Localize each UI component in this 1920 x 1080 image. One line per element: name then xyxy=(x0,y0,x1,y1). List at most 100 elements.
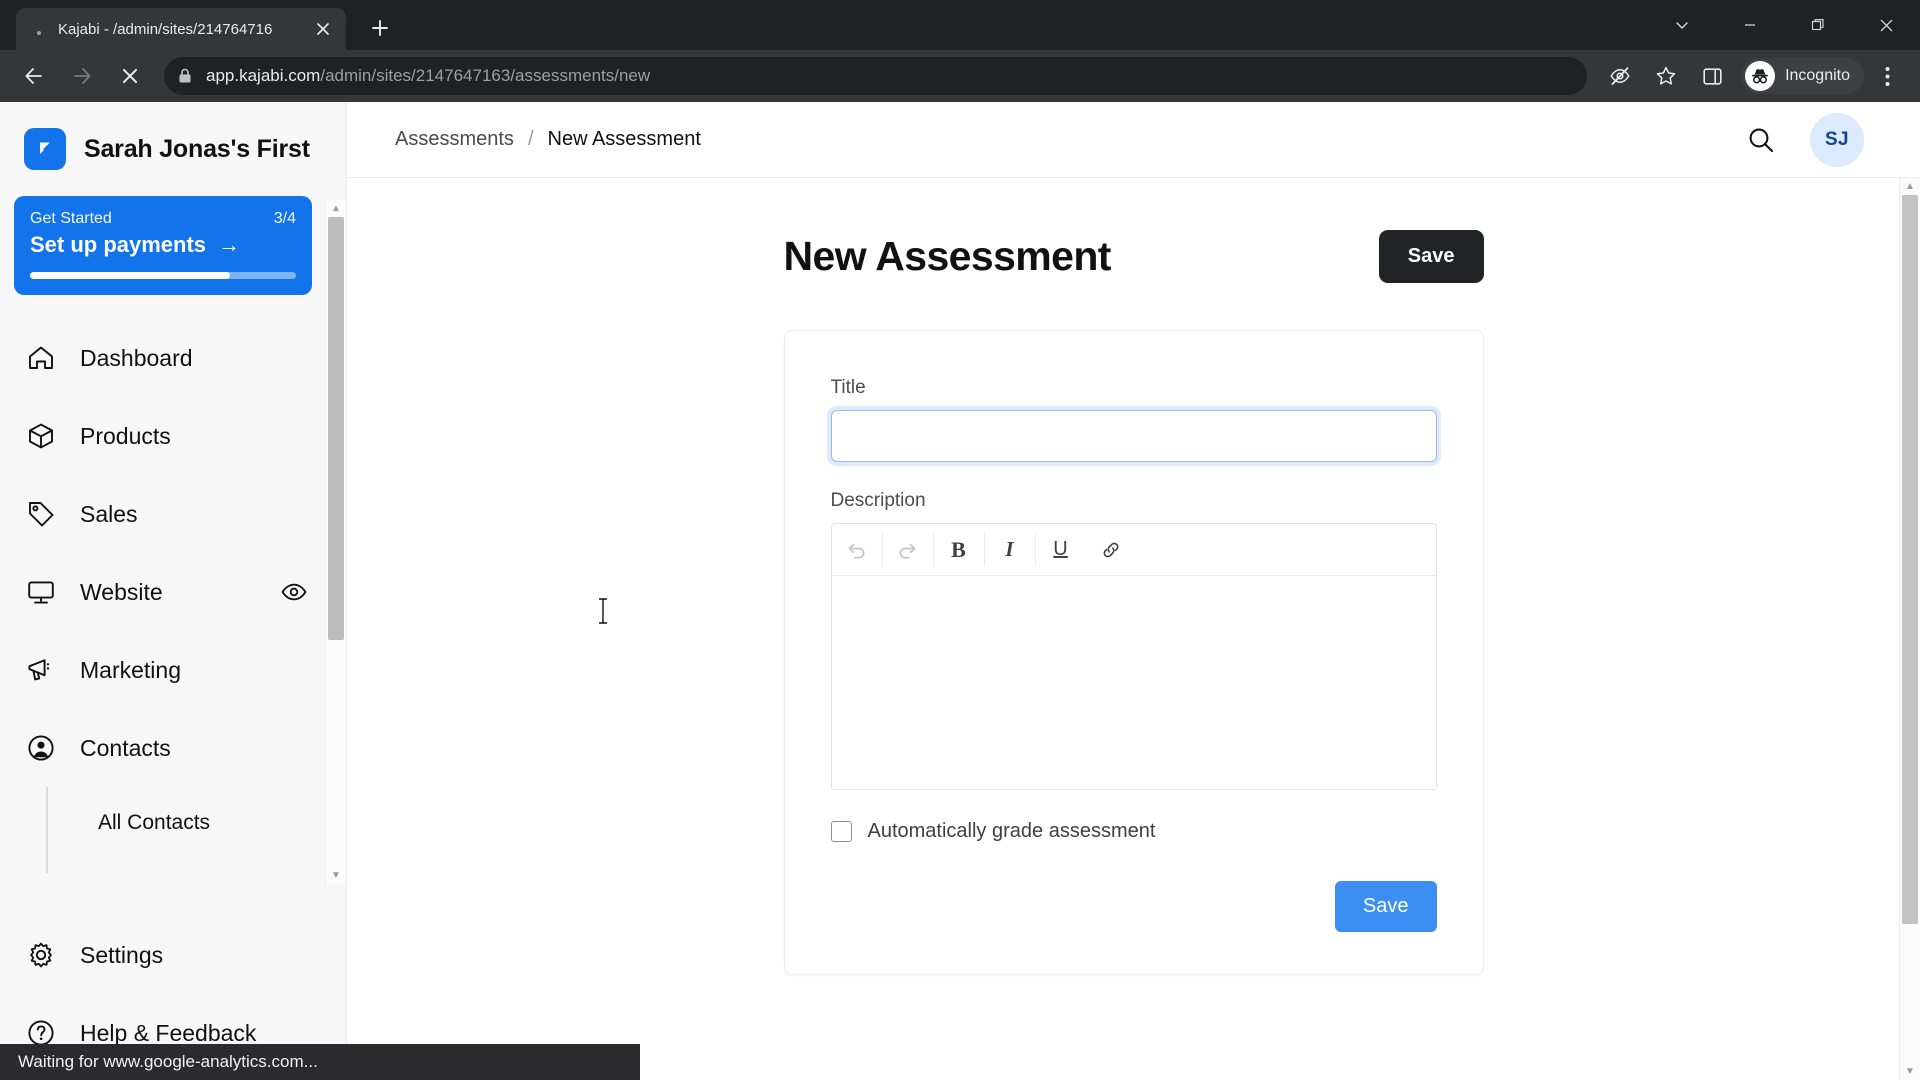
close-icon[interactable] xyxy=(1852,0,1920,50)
page-scroll-track[interactable] xyxy=(1900,195,1920,1063)
back-button[interactable] xyxy=(14,56,54,96)
sidebar-item-label: Products xyxy=(80,422,171,449)
person-circle-icon xyxy=(24,731,58,765)
box-icon xyxy=(24,419,58,453)
sidebar-item-label: Marketing xyxy=(80,656,181,683)
url-host: app.kajabi.com xyxy=(206,66,321,85)
redo-icon[interactable] xyxy=(883,524,933,575)
restore-icon[interactable] xyxy=(1784,0,1852,50)
star-icon[interactable] xyxy=(1648,58,1684,94)
sidebar-nav: Dashboard Products Sales Website Marketi… xyxy=(0,309,326,873)
get-started-progress xyxy=(30,272,296,279)
sidebar-item-label: Website xyxy=(80,578,163,605)
breadcrumb-parent[interactable]: Assessments xyxy=(395,128,514,151)
breadcrumb-current: New Assessment xyxy=(547,128,701,150)
scroll-down-icon[interactable]: ▼ xyxy=(331,867,341,884)
forward-button[interactable] xyxy=(62,56,102,96)
chevron-down-icon[interactable] xyxy=(1648,0,1716,50)
card-actions: Save xyxy=(831,881,1437,932)
get-started-count: 3/4 xyxy=(273,210,296,227)
brand[interactable]: Sarah Jonas's First xyxy=(0,102,346,188)
tag-icon xyxy=(24,497,58,531)
sidebar-scroll-thumb[interactable] xyxy=(328,217,344,640)
minimize-icon[interactable] xyxy=(1716,0,1784,50)
incognito-indicator[interactable]: Incognito xyxy=(1741,58,1864,94)
underline-glyph: U xyxy=(1053,538,1068,560)
auto-grade-checkbox[interactable] xyxy=(830,821,852,842)
eye-icon[interactable] xyxy=(280,578,308,606)
avatar[interactable]: SJ xyxy=(1810,112,1864,167)
status-text: Waiting for www.google-analytics.com... xyxy=(18,1052,318,1071)
eye-slash-icon[interactable] xyxy=(1602,58,1638,94)
stop-loading-button[interactable] xyxy=(110,56,150,96)
sidebar-item-marketing[interactable]: Marketing xyxy=(0,631,326,709)
kajabi-logo-icon xyxy=(24,128,66,170)
scroll-up-icon[interactable]: ▲ xyxy=(1905,178,1915,195)
tab-strip: Kajabi - /admin/sites/214764716 xyxy=(0,0,1920,50)
bold-glyph: B xyxy=(951,536,966,562)
italic-icon[interactable]: I xyxy=(985,524,1035,575)
sidebar-subnav-contacts: All Contacts xyxy=(0,787,326,873)
sidebar-item-sales[interactable]: Sales xyxy=(0,475,326,553)
assessment-form-container: New Assessment Save Title Description B … xyxy=(783,178,1484,975)
get-started-action: Set up payments xyxy=(30,232,207,257)
save-button-top[interactable]: Save xyxy=(1378,230,1484,283)
monitor-icon xyxy=(24,575,58,609)
topbar-actions: SJ xyxy=(1742,112,1864,167)
panel-icon[interactable] xyxy=(1694,58,1730,94)
save-button-bottom[interactable]: Save xyxy=(1334,881,1437,932)
status-bar: Waiting for www.google-analytics.com... xyxy=(0,1044,640,1080)
page-header: New Assessment Save xyxy=(784,230,1484,283)
get-started-card[interactable]: Get Started 3/4 Set up payments → xyxy=(14,196,312,295)
sidebar-scrollbar[interactable]: ▲ ▼ xyxy=(325,200,346,884)
scroll-up-icon[interactable]: ▲ xyxy=(331,200,341,217)
text-cursor-icon xyxy=(599,598,607,624)
sidebar-subitem-label: All Contacts xyxy=(98,811,211,834)
incognito-icon xyxy=(1745,61,1776,91)
page-title: New Assessment xyxy=(783,233,1112,279)
title-label: Title xyxy=(830,377,866,398)
editor-body[interactable] xyxy=(831,576,1436,789)
sidebar-scroll-track[interactable] xyxy=(326,217,346,867)
url-path: /admin/sites/2147647163/assessments/new xyxy=(320,66,651,85)
home-icon xyxy=(24,341,58,375)
sidebar-item-dashboard[interactable]: Dashboard xyxy=(0,319,326,397)
content-scroll-area: New Assessment Save Title Description B … xyxy=(347,178,1920,1080)
lock-icon xyxy=(178,68,192,84)
link-icon[interactable] xyxy=(1086,524,1136,575)
sidebar-item-products[interactable]: Products xyxy=(0,397,326,475)
sidebar-item-all-contacts[interactable]: All Contacts xyxy=(46,787,326,859)
title-input[interactable] xyxy=(830,410,1437,462)
plus-icon[interactable] xyxy=(360,8,400,48)
sidebar-item-label: Help & Feedback xyxy=(80,1019,257,1046)
bold-icon[interactable]: B xyxy=(934,524,984,575)
address-bar[interactable]: app.kajabi.com/admin/sites/2147647163/as… xyxy=(164,57,1588,95)
scroll-down-icon[interactable]: ▼ xyxy=(1905,1063,1915,1080)
three-dots-icon[interactable] xyxy=(1869,58,1905,94)
get-started-label: Get Started xyxy=(30,210,112,227)
breadcrumb-separator: / xyxy=(527,128,534,150)
auto-grade-label: Automatically grade assessment xyxy=(867,820,1156,842)
undo-icon[interactable] xyxy=(832,524,882,575)
close-icon[interactable] xyxy=(310,16,336,42)
sidebar-item-contacts[interactable]: Contacts xyxy=(0,709,326,787)
search-icon[interactable] xyxy=(1742,121,1780,159)
main-content: Assessments / New Assessment SJ New Asse… xyxy=(347,102,1920,1080)
megaphone-icon xyxy=(24,653,58,687)
underline-icon[interactable]: U xyxy=(1036,524,1086,575)
sidebar-item-label: Dashboard xyxy=(80,344,193,371)
sidebar-item-settings[interactable]: Settings xyxy=(0,916,346,994)
sidebar-item-label: Contacts xyxy=(80,734,171,761)
description-field-group: Description B I U xyxy=(830,490,1437,790)
browser-tab[interactable]: Kajabi - /admin/sites/214764716 xyxy=(16,8,346,50)
incognito-label: Incognito xyxy=(1785,67,1850,84)
breadcrumb: Assessments / New Assessment xyxy=(395,128,701,151)
page-scrollbar[interactable]: ▲ ▼ xyxy=(1899,178,1920,1080)
arrow-right-icon: → xyxy=(218,232,241,257)
editor-toolbar: B I U xyxy=(831,524,1436,576)
auto-grade-row[interactable]: Automatically grade assessment xyxy=(830,820,1437,843)
browser-window: Kajabi - /admin/sites/214764716 app.kaja… xyxy=(0,0,1920,1080)
page-scroll-thumb[interactable] xyxy=(1902,195,1918,925)
page-viewport: Sarah Jonas's First Get Started 3/4 Set … xyxy=(0,102,1920,1080)
sidebar-item-website[interactable]: Website xyxy=(0,553,326,631)
